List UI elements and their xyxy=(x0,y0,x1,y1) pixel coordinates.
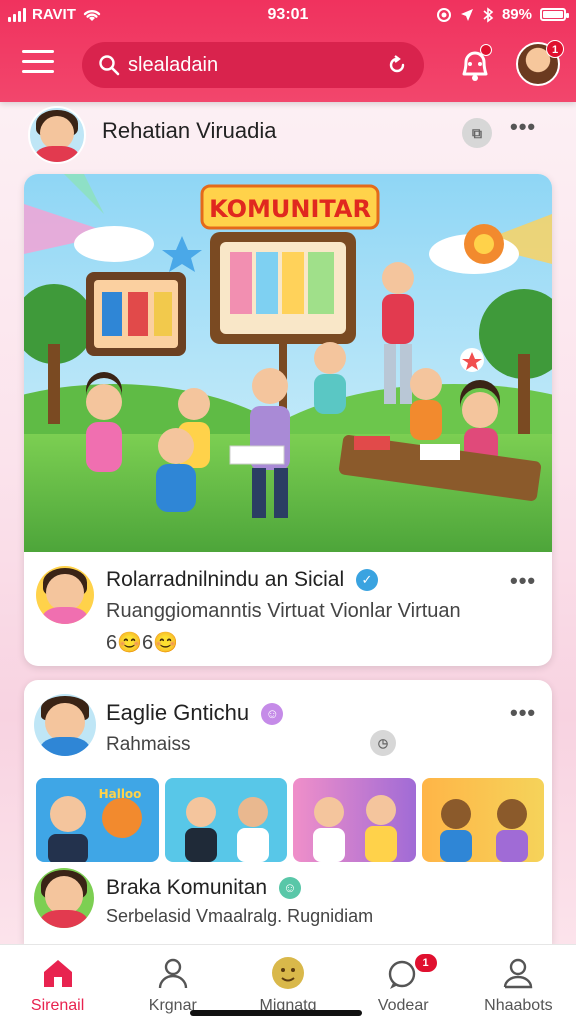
post1-illustration: KOMUNITAR xyxy=(24,174,552,624)
history-icon[interactable]: ◷ xyxy=(370,730,396,756)
nav-label: Sirenail xyxy=(30,997,85,1014)
home-icon xyxy=(43,960,72,987)
caption-author-name[interactable]: Rolarradnilnindu an Sicial xyxy=(106,568,344,591)
post2-more-icon[interactable]: ••• xyxy=(510,700,536,726)
nav-item-profile[interactable]: Nhaabots xyxy=(461,945,576,1024)
post1-card: KOMUNITAR Rolarradnilnindu an Sicial ✓ •… xyxy=(24,174,552,666)
chat-emoji-icon: ☺ xyxy=(278,877,301,900)
notification-badge xyxy=(480,44,492,56)
comment-author-row: Braka Komunitan ☺ xyxy=(106,876,301,900)
home-indicator xyxy=(190,1010,362,1016)
refresh-icon[interactable] xyxy=(386,54,408,76)
app-header: RAVIT 93:01 89% slealadain 1 xyxy=(0,0,576,102)
nav-item-chat[interactable]: 1 Vodear xyxy=(346,945,461,1024)
menu-icon[interactable] xyxy=(22,50,54,78)
chat-badge: 1 xyxy=(413,953,438,973)
post1-hero-image[interactable]: KOMUNITAR xyxy=(24,174,552,624)
user-icon xyxy=(158,958,187,989)
caption-author-avatar[interactable] xyxy=(36,566,94,624)
post1-author-name[interactable]: Rehatian Viruadia xyxy=(102,118,277,144)
location-icon xyxy=(436,7,451,22)
search-icon xyxy=(99,55,120,76)
verified-icon: ✓ xyxy=(355,569,378,592)
battery-icon xyxy=(540,8,569,21)
nav-label: Vodear xyxy=(377,997,429,1014)
post2-author-name[interactable]: Eaglie Gntichu xyxy=(106,700,249,725)
nav-label: Nhaabots xyxy=(484,997,553,1014)
reaction-row[interactable]: 6😊6😊 xyxy=(106,630,178,655)
hero-title-text: KOMUNITAR xyxy=(209,195,371,223)
post1-author-avatar[interactable] xyxy=(28,106,86,164)
battery-level xyxy=(543,11,563,18)
post2-card: Eaglie Gntichu ☺ ••• Rahmaiss ◷ Halloo B… xyxy=(24,680,552,944)
comment-author-name[interactable]: Braka Komunitan xyxy=(106,876,267,899)
emoji-face-icon xyxy=(272,957,304,989)
post1-more-icon[interactable]: ••• xyxy=(510,114,536,140)
gallery-thumb[interactable] xyxy=(293,778,416,862)
gallery-thumb[interactable] xyxy=(164,778,287,862)
gallery-thumb[interactable] xyxy=(421,778,544,862)
status-bar: RAVIT 93:01 89% xyxy=(0,0,576,30)
bluetooth-icon xyxy=(483,6,494,23)
navigation-arrow-icon xyxy=(460,8,473,21)
profile-icon xyxy=(504,958,533,989)
search-bar[interactable]: slealadain xyxy=(82,42,424,88)
emoji-icon: ☺ xyxy=(261,703,284,726)
post2-subtitle: Rahmaiss xyxy=(106,734,191,755)
post2-author-row: Eaglie Gntichu ☺ xyxy=(106,700,284,726)
avatar-badge: 1 xyxy=(546,40,564,58)
battery-percent: 89% xyxy=(501,6,532,23)
app-bar: slealadain 1 xyxy=(0,36,576,96)
post2-author-avatar[interactable] xyxy=(34,694,96,756)
comment-text: Serbelasid Vmaalralg. Rugnidiam xyxy=(106,906,374,926)
post2-gallery: Halloo xyxy=(36,778,544,862)
comment-author-avatar[interactable] xyxy=(34,868,94,928)
nav-item-home[interactable]: Sirenail xyxy=(0,945,115,1024)
post1-author-row: Rehatian Viruadia ⧉ ••• xyxy=(28,104,558,166)
bookmark-icon[interactable]: ⧉ xyxy=(462,118,492,148)
status-right: 89% xyxy=(436,6,569,23)
search-input[interactable]: slealadain xyxy=(128,54,386,77)
caption-text: Ruanggiomanntis Virtuat Vionlar Virtuan xyxy=(106,600,461,622)
caption-more-icon[interactable]: ••• xyxy=(510,568,536,594)
notification-button[interactable] xyxy=(452,42,498,88)
gallery-thumb[interactable]: Halloo xyxy=(36,778,159,862)
caption-author-row: Rolarradnilnindu an Sicial ✓ xyxy=(106,568,378,592)
svg-text:Halloo: Halloo xyxy=(99,787,142,801)
